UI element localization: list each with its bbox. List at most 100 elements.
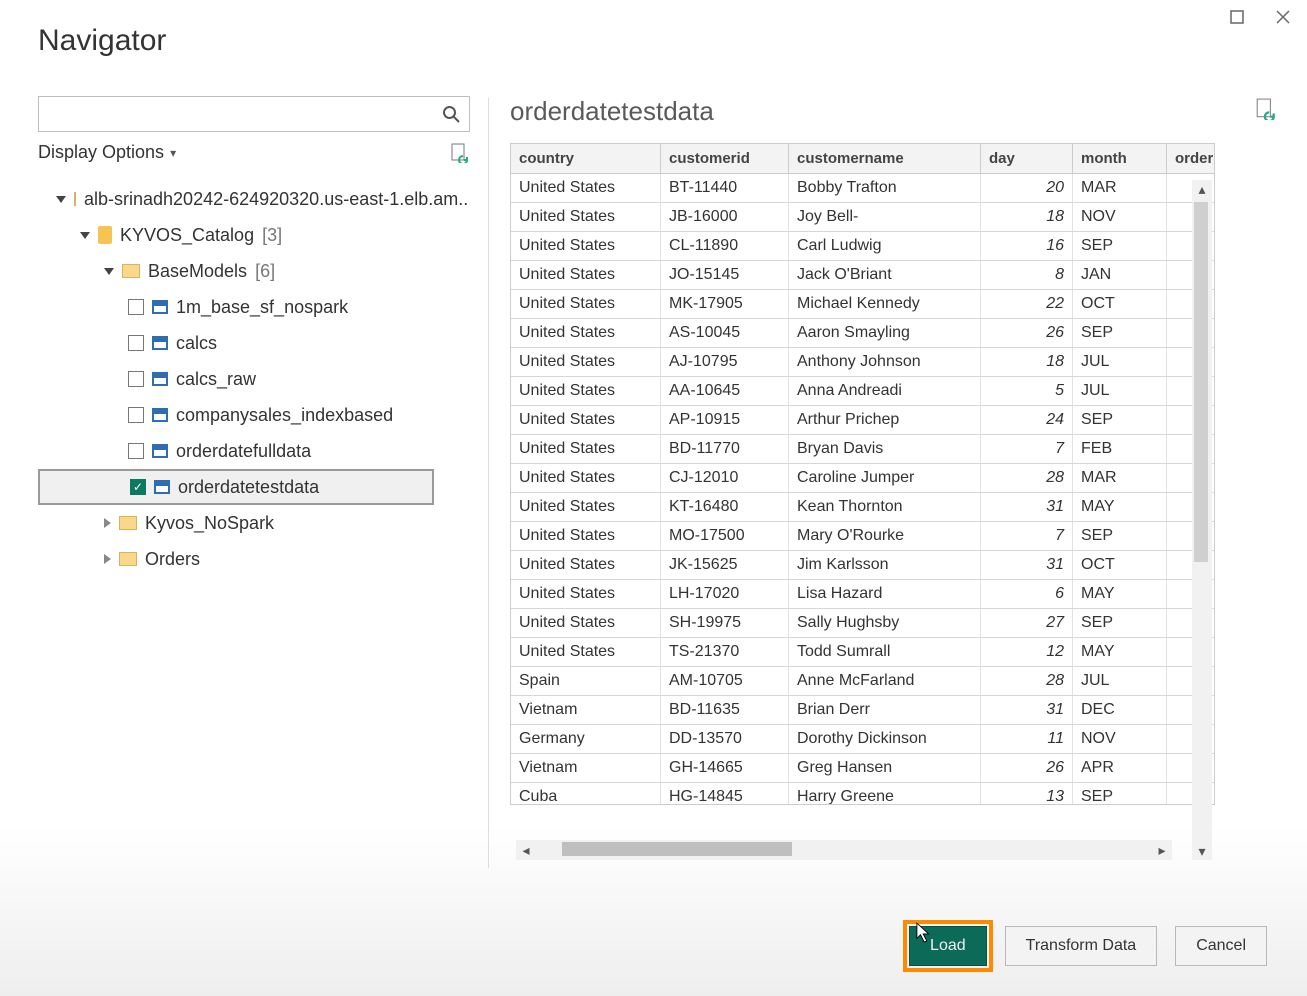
tree-orders-node[interactable]: Orders bbox=[38, 541, 470, 577]
col-header-country[interactable]: country bbox=[511, 144, 661, 173]
transform-data-button[interactable]: Transform Data bbox=[1005, 926, 1158, 966]
scroll-right-icon[interactable]: ▸ bbox=[1152, 841, 1172, 859]
checkbox[interactable] bbox=[128, 371, 144, 387]
table-row[interactable]: United StatesKT-16480Kean Thornton31MAY bbox=[511, 493, 1214, 522]
search-input[interactable] bbox=[47, 106, 441, 123]
table-row[interactable]: CubaHG-14845Harry Greene13SEP bbox=[511, 783, 1214, 804]
cell-country: United States bbox=[511, 609, 661, 637]
search-icon[interactable] bbox=[441, 104, 461, 124]
cell-month: OCT bbox=[1073, 290, 1167, 318]
cell-customerid: AM-10705 bbox=[661, 667, 789, 695]
table-row[interactable]: United StatesBD-11770Bryan Davis7FEB bbox=[511, 435, 1214, 464]
tree-basemodels-node[interactable]: BaseModels [6] bbox=[38, 253, 470, 289]
table-row[interactable]: United StatesMK-17905Michael Kennedy22OC… bbox=[511, 290, 1214, 319]
refresh-tree-icon[interactable] bbox=[450, 143, 470, 163]
maximize-button[interactable] bbox=[1223, 6, 1251, 28]
table-row[interactable]: SpainAM-10705Anne McFarland28JUL bbox=[511, 667, 1214, 696]
cell-customerid: LH-17020 bbox=[661, 580, 789, 608]
checkbox[interactable] bbox=[128, 335, 144, 351]
cell-customername: Joy Bell- bbox=[789, 203, 981, 231]
col-header-customername[interactable]: customername bbox=[789, 144, 981, 173]
chevron-down-icon[interactable] bbox=[56, 196, 66, 203]
table-row[interactable]: VietnamGH-14665Greg Hansen26APR bbox=[511, 754, 1214, 783]
table-row[interactable]: United StatesJO-15145Jack O'Briant8JAN bbox=[511, 261, 1214, 290]
table-row[interactable]: United StatesAA-10645Anna Andreadi5JUL bbox=[511, 377, 1214, 406]
cell-day: 12 bbox=[981, 638, 1073, 666]
display-options-dropdown[interactable]: Display Options ▾ bbox=[38, 142, 176, 163]
table-row[interactable]: United StatesJK-15625Jim Karlsson31OCT bbox=[511, 551, 1214, 580]
cell-month: NOV bbox=[1073, 203, 1167, 231]
table-row[interactable]: United StatesLH-17020Lisa Hazard6MAY bbox=[511, 580, 1214, 609]
chevron-right-icon[interactable] bbox=[104, 554, 111, 564]
tree-server-label: alb-srinadh20242-624920320.us-east-1.elb… bbox=[84, 181, 470, 217]
cell-day: 18 bbox=[981, 203, 1073, 231]
cell-country: United States bbox=[511, 464, 661, 492]
checkbox-checked[interactable] bbox=[130, 479, 146, 495]
page-title: Navigator bbox=[38, 24, 166, 58]
table-row[interactable]: United StatesCJ-12010Caroline Jumper28MA… bbox=[511, 464, 1214, 493]
folder-icon bbox=[122, 264, 140, 278]
table-row[interactable]: United StatesAJ-10795Anthony Johnson18JU… bbox=[511, 348, 1214, 377]
scroll-track[interactable] bbox=[1192, 198, 1212, 842]
tree-catalog-node[interactable]: KYVOS_Catalog [3] bbox=[38, 217, 470, 253]
cell-customerid: CL-11890 bbox=[661, 232, 789, 260]
cell-customername: Mary O'Rourke bbox=[789, 522, 981, 550]
cell-customerid: AJ-10795 bbox=[661, 348, 789, 376]
table-row[interactable]: GermanyDD-13570Dorothy Dickinson11NOV bbox=[511, 725, 1214, 754]
scroll-thumb[interactable] bbox=[1194, 202, 1208, 562]
cell-country: United States bbox=[511, 406, 661, 434]
tree-nospark-node[interactable]: Kyvos_NoSpark bbox=[38, 505, 470, 541]
tree-catalog-count: [3] bbox=[262, 217, 282, 253]
cell-day: 31 bbox=[981, 551, 1073, 579]
close-button[interactable] bbox=[1269, 6, 1297, 28]
vertical-scrollbar[interactable]: ▴ ▾ bbox=[1192, 180, 1212, 860]
table-row[interactable]: United StatesJB-16000Joy Bell-18NOV bbox=[511, 203, 1214, 232]
chevron-down-icon[interactable] bbox=[104, 268, 114, 275]
cancel-button[interactable]: Cancel bbox=[1175, 926, 1267, 966]
checkbox[interactable] bbox=[128, 407, 144, 423]
checkbox[interactable] bbox=[128, 299, 144, 315]
scroll-up-icon[interactable]: ▴ bbox=[1193, 180, 1211, 198]
cell-day: 6 bbox=[981, 580, 1073, 608]
table-row[interactable]: United StatesAS-10045Aaron Smayling26SEP bbox=[511, 319, 1214, 348]
horizontal-scrollbar[interactable]: ◂ ▸ bbox=[516, 840, 1172, 860]
table-row[interactable]: United StatesTS-21370Todd Sumrall12MAY bbox=[511, 638, 1214, 667]
cell-customerid: GH-14665 bbox=[661, 754, 789, 782]
scroll-hthumb[interactable] bbox=[562, 842, 792, 856]
cell-customerid: BT-11440 bbox=[661, 174, 789, 202]
chevron-down-icon[interactable] bbox=[80, 232, 90, 239]
table-row[interactable]: United StatesMO-17500Mary O'Rourke7SEP bbox=[511, 522, 1214, 551]
tree-table-node[interactable]: companysales_indexbased bbox=[38, 397, 470, 433]
cell-day: 13 bbox=[981, 783, 1073, 804]
tree-table-node-selected[interactable]: orderdatetestdata bbox=[38, 469, 434, 505]
table-row[interactable]: United StatesCL-11890Carl Ludwig16SEP bbox=[511, 232, 1214, 261]
table-row[interactable]: United StatesAP-10915Arthur Prichep24SEP bbox=[511, 406, 1214, 435]
tree-table-node[interactable]: calcs bbox=[38, 325, 470, 361]
table-row[interactable]: United StatesBT-11440Bobby Trafton20MAR bbox=[511, 174, 1214, 203]
table-row[interactable]: VietnamBD-11635Brian Derr31DEC bbox=[511, 696, 1214, 725]
col-header-month[interactable]: month bbox=[1073, 144, 1167, 173]
checkbox[interactable] bbox=[128, 443, 144, 459]
chevron-right-icon[interactable] bbox=[104, 518, 111, 528]
col-header-order[interactable]: order bbox=[1167, 144, 1213, 173]
refresh-preview-icon[interactable] bbox=[1255, 98, 1277, 125]
cell-customername: Brian Derr bbox=[789, 696, 981, 724]
cell-month: JAN bbox=[1073, 261, 1167, 289]
tree-table-node[interactable]: 1m_base_sf_nospark bbox=[38, 289, 470, 325]
col-header-day[interactable]: day bbox=[981, 144, 1073, 173]
tree-table-node[interactable]: calcs_raw bbox=[38, 361, 470, 397]
cell-day: 26 bbox=[981, 319, 1073, 347]
tree-table-node[interactable]: orderdatefulldata bbox=[38, 433, 470, 469]
scroll-left-icon[interactable]: ◂ bbox=[516, 841, 536, 859]
scroll-htrack[interactable] bbox=[536, 840, 1152, 860]
table-icon bbox=[154, 480, 170, 494]
load-button[interactable]: Load bbox=[909, 926, 987, 966]
cell-month: SEP bbox=[1073, 609, 1167, 637]
scroll-down-icon[interactable]: ▾ bbox=[1193, 842, 1211, 860]
table-icon bbox=[152, 408, 168, 422]
tree-server-node[interactable]: alb-srinadh20242-624920320.us-east-1.elb… bbox=[38, 181, 470, 217]
search-box[interactable] bbox=[38, 96, 470, 132]
col-header-customerid[interactable]: customerid bbox=[661, 144, 789, 173]
cell-country: United States bbox=[511, 493, 661, 521]
table-row[interactable]: United StatesSH-19975Sally Hughsby27SEP bbox=[511, 609, 1214, 638]
